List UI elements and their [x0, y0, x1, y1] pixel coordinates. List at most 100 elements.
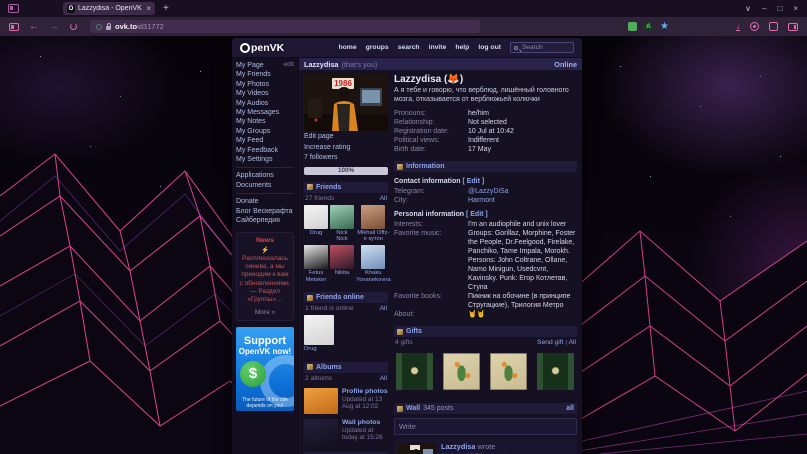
star-extension-icon[interactable]: ★ — [660, 22, 669, 32]
permissions-icon[interactable] — [96, 24, 102, 30]
menu-item[interactable]: My Messages — [236, 108, 294, 117]
gift-image[interactable] — [396, 353, 433, 390]
friend-avatar[interactable] — [361, 205, 385, 229]
menu-item[interactable]: My Groups — [236, 127, 294, 136]
browser-tab[interactable]: O Lazzydisa - OpenVK × — [63, 2, 155, 15]
browser-window: O Lazzydisa - OpenVK × + ∨ – □ × ← → ovk… — [0, 0, 807, 454]
friends-online-list: Drug — [304, 315, 388, 354]
friend-name[interactable]: Drug — [304, 345, 388, 352]
friend-tile[interactable]: Fetus Metsker — [304, 245, 328, 285]
friends-online-all-link[interactable]: All — [380, 305, 387, 312]
news-more-link[interactable]: More » — [239, 309, 291, 316]
header-nav-link[interactable]: home — [338, 44, 356, 51]
menu-item[interactable]: My Audios — [236, 99, 294, 108]
tab-close-icon[interactable]: × — [146, 5, 151, 13]
wall-write-input[interactable]: Write — [394, 418, 577, 435]
friend-avatar[interactable] — [304, 205, 328, 229]
friends-all-link[interactable]: All — [380, 195, 387, 202]
back-button[interactable]: ← — [29, 22, 39, 32]
contact-edit-link[interactable]: [ Edit ] — [462, 178, 484, 185]
followers-link[interactable]: 7 followers — [304, 153, 388, 163]
menu-item[interactable]: My Photos — [236, 80, 294, 89]
menu-item[interactable]: My Friends — [236, 70, 294, 79]
extensions-button[interactable] — [769, 22, 778, 31]
friend-avatar[interactable] — [304, 315, 334, 345]
openvk-logo[interactable]: penVK — [240, 42, 284, 54]
header-nav-link[interactable]: invite — [429, 44, 447, 51]
album-name[interactable]: Profile photos — [342, 388, 388, 396]
gifts-all-link[interactable]: All — [569, 339, 576, 346]
friend-avatar[interactable] — [304, 245, 328, 269]
header-nav-link[interactable]: help — [455, 44, 469, 51]
forward-button[interactable]: → — [49, 22, 59, 32]
profile-field-row: Relationship: Not selected — [394, 118, 577, 127]
friend-tile[interactable]: Khaku Yovanekovna — [356, 245, 391, 285]
personal-edit-link[interactable]: [ Edit ] — [466, 211, 488, 218]
window-minimize-button[interactable]: – — [762, 4, 766, 13]
friend-tile[interactable]: Drug — [304, 205, 328, 245]
friend-tile[interactable]: Drug — [304, 315, 388, 354]
menu-item[interactable]: Applications — [236, 171, 294, 180]
friend-name[interactable]: Mikhail Offz-e кутон — [356, 229, 391, 243]
translate-extension-icon[interactable]: A — [644, 22, 653, 31]
header-search[interactable] — [510, 42, 574, 53]
gift-image[interactable] — [537, 353, 574, 390]
support-openvk-banner[interactable]: Support OpenVK now! $ The future of the … — [236, 327, 294, 411]
tab-list-chevron-icon[interactable]: ∨ — [745, 4, 751, 13]
window-maximize-button[interactable]: □ — [777, 4, 782, 13]
edit-page-link[interactable]: Edit page — [304, 132, 388, 142]
menu-edit-link[interactable]: edit — [284, 61, 294, 68]
extension-icon[interactable] — [628, 22, 637, 31]
header-nav-link[interactable]: groups — [366, 44, 389, 51]
sidebar-toggle-icon[interactable] — [9, 23, 19, 31]
friend-avatar[interactable] — [330, 205, 354, 229]
new-tab-button[interactable]: + — [163, 4, 169, 14]
menu-item[interactable]: My Notes — [236, 117, 294, 126]
friend-avatar[interactable] — [330, 245, 354, 269]
sidebar-right-icon[interactable] — [788, 23, 798, 31]
menu-item[interactable]: Сайберпедия — [236, 216, 294, 225]
friend-name[interactable]: Nick Nick — [330, 229, 354, 243]
friend-avatar[interactable] — [361, 245, 385, 269]
album-thumbnail[interactable] — [304, 388, 338, 414]
search-input[interactable] — [520, 43, 570, 52]
reload-button[interactable] — [70, 23, 77, 30]
gift-image[interactable] — [490, 353, 527, 390]
openvk-page: penVK homegroupssearchinvitehelplog out … — [232, 38, 582, 454]
menu-item[interactable]: My Feed — [236, 136, 294, 145]
account-icon[interactable] — [750, 22, 759, 31]
url-bar[interactable]: ovk.toid31772 — [90, 20, 480, 33]
profile-avatar[interactable]: 1986 — [304, 74, 388, 131]
friend-tile[interactable]: Nick Nick — [330, 205, 354, 245]
lock-icon[interactable] — [106, 26, 111, 30]
post-author-avatar[interactable] — [398, 443, 436, 454]
friend-name[interactable]: Nikita — [330, 269, 354, 276]
menu-item[interactable]: Donate — [236, 197, 294, 206]
menu-item[interactable]: My Videos — [236, 89, 294, 98]
menu-item[interactable]: My Feedback — [236, 146, 294, 155]
album-item[interactable]: Profile photos Updated at 13 Aug at 12:0… — [304, 388, 388, 414]
album-item[interactable]: Wall photos Updated at today at 15:26 — [304, 419, 388, 445]
album-thumbnail[interactable] — [304, 419, 338, 445]
friend-name[interactable]: Fetus Metsker — [304, 269, 328, 283]
friend-tile[interactable]: Nikita — [330, 245, 354, 285]
increase-rating-link[interactable]: Increase rating — [304, 143, 388, 153]
menu-item[interactable]: Documents — [236, 181, 294, 190]
firefox-view-icon[interactable] — [8, 4, 19, 13]
wall-all-link[interactable]: all — [566, 405, 574, 412]
header-nav-link[interactable]: search — [398, 44, 420, 51]
menu-item[interactable]: Блог Вескерафта — [236, 207, 294, 216]
friend-name[interactable]: Khaku Yovanekovna — [356, 269, 391, 283]
albums-all-link[interactable]: All — [380, 375, 387, 382]
friend-tile[interactable]: Mikhail Offz-e кутон — [356, 205, 391, 245]
gift-image[interactable] — [443, 353, 480, 390]
send-gift-link[interactable]: Send gift — [537, 339, 563, 346]
friend-name[interactable]: Drug — [304, 229, 328, 236]
album-name[interactable]: Wall photos — [342, 419, 388, 427]
header-nav-link[interactable]: log out — [478, 44, 501, 51]
downloads-button[interactable]: ↓ — [736, 23, 740, 31]
profile-status[interactable]: А я тебе и говорю, что верблюд, лишённый… — [394, 87, 577, 109]
post-author-link[interactable]: Lazzydisa — [441, 442, 475, 451]
window-close-button[interactable]: × — [793, 4, 798, 13]
menu-item[interactable]: My Settings — [236, 155, 294, 164]
